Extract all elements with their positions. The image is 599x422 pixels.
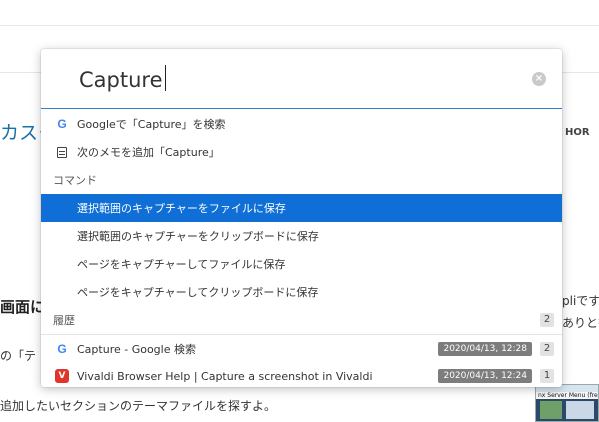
top-rule (0, 25, 599, 26)
vivaldi-icon: V (55, 369, 69, 383)
visit-count-badge: 1 (540, 369, 554, 383)
thumbnail-title: nx Server Menu (free E (536, 392, 598, 399)
command-capture-page-to-file[interactable]: ページをキャプチャーしてファイルに保存 (41, 250, 562, 278)
search-google-item[interactable]: G Googleで「Capture」を検索 (41, 110, 562, 138)
google-icon: G (57, 117, 67, 131)
history-section-header: 履歴 2 (41, 306, 562, 334)
history-count-badge: 2 (540, 313, 554, 327)
history-item-google-search[interactable]: G Capture - Google 検索 2020/04/13, 12:28 … (41, 334, 562, 362)
bg-right-text-2: ありと書 (562, 316, 599, 330)
bg-left-text-2: 追加したいセクションのテーマファイルを探すよ。 (0, 399, 277, 413)
history-item-label: Capture - Google 検索 (77, 342, 196, 356)
command-capture-page-to-clipboard[interactable]: ページをキャプチャーしてクリップボードに保存 (41, 278, 562, 306)
command-capture-selection-to-clipboard[interactable]: 選択範囲のキャプチャーをクリップボードに保存 (41, 222, 562, 250)
history-item-label: Vivaldi Browser Help | Capture a screens… (77, 369, 373, 383)
bg-section-heading: 画面に (0, 298, 46, 316)
history-date-badge: 2020/04/13, 12:28 (438, 342, 532, 356)
add-note-item[interactable]: 次のメモを追加「Capture」 (41, 138, 562, 166)
visit-count-badge: 2 (540, 342, 554, 356)
bg-right-text-1: pliです (562, 294, 599, 308)
commands-section-header: コマンド (53, 174, 97, 187)
quick-commands-search-input[interactable] (79, 64, 499, 96)
text-caret (165, 65, 166, 91)
note-icon (55, 145, 69, 159)
add-note-label: 次のメモを追加「Capture」 (77, 146, 220, 159)
history-item-vivaldi-help[interactable]: V Vivaldi Browser Help | Capture a scree… (41, 362, 562, 390)
clear-search-icon[interactable]: × (532, 72, 546, 86)
bg-author-label: HOR (565, 127, 590, 138)
google-icon: G (57, 341, 67, 356)
quick-commands-panel: × G Googleで「Capture」を検索 次のメモを追加「Capture」… (41, 49, 562, 387)
quick-commands-header: × (41, 49, 562, 109)
search-google-label: Googleで「Capture」を検索 (77, 118, 226, 131)
bg-left-text-1: の「テ (0, 349, 37, 363)
command-capture-selection-to-file[interactable]: 選択範囲のキャプチャーをファイルに保存 (41, 194, 562, 222)
history-date-badge: 2020/04/13, 12:24 (438, 369, 532, 383)
